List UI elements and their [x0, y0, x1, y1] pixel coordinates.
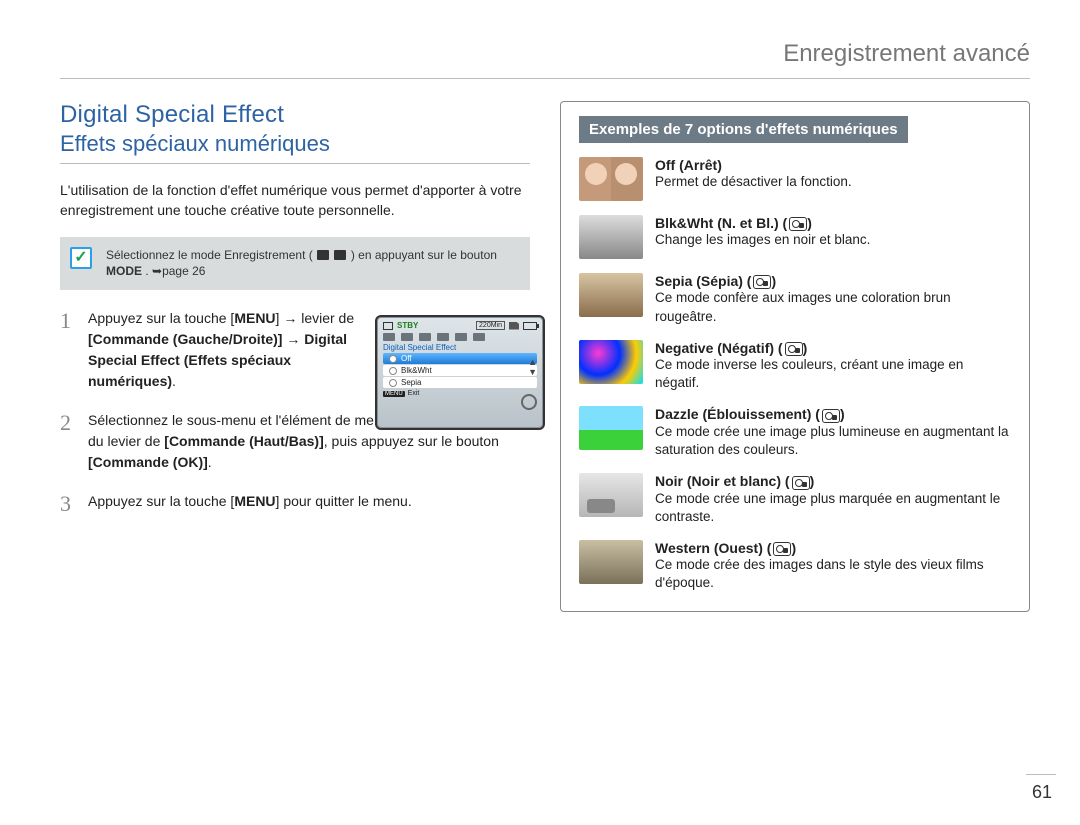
effect-picto-icon	[785, 342, 803, 356]
mode-label: MODE	[106, 264, 142, 278]
step1-text: Appuyez sur la touche [	[88, 310, 234, 326]
effect-desc: Ce mode crée une image plus marquée en a…	[655, 490, 1011, 526]
rec-icon	[383, 322, 393, 330]
exit-label: Exit	[408, 390, 420, 397]
thumb-off	[579, 157, 643, 201]
effect-negative: Negative (Négatif) () Ce mode inverse le…	[579, 340, 1011, 393]
effect-desc: Change les images en noir et blanc.	[655, 231, 870, 249]
effect-name: Western (Ouest) ()	[655, 540, 1011, 556]
arrow: →	[282, 331, 304, 347]
thumb-bw	[579, 215, 643, 259]
step-number: 1	[60, 308, 78, 334]
intro-text: L'utilisation de la fonction d'effet num…	[60, 180, 530, 221]
menu-key-label: MENU	[234, 310, 275, 326]
effects-panel: Exemples de 7 options d'effets numérique…	[560, 101, 1030, 612]
panel-title: Exemples de 7 options d'effets numérique…	[579, 116, 908, 143]
command-lr-label: [Commande (Gauche/Droite)]	[88, 331, 282, 347]
battery-icon	[523, 322, 537, 330]
command-ud-label: [Commande (Haut/Bas)]	[164, 433, 323, 449]
effect-picto-icon	[792, 476, 810, 490]
step3-text: Appuyez sur la touche [	[88, 493, 234, 509]
lcd-option-label: Sepia	[401, 378, 421, 387]
effect-noir: Noir (Noir et blanc) () Ce mode crée une…	[579, 473, 1011, 526]
effect-western: Western (Ouest) () Ce mode crée des imag…	[579, 540, 1011, 593]
effect-dazzle: Dazzle (Éblouissement) () Ce mode crée u…	[579, 406, 1011, 459]
step1-text2: ] → levier de	[276, 310, 355, 326]
step3-text2: ] pour quitter le menu.	[276, 493, 412, 509]
footer-divider	[1026, 774, 1056, 775]
effect-desc: Ce mode confère aux images une coloratio…	[655, 289, 1011, 325]
effect-picto-icon	[753, 275, 771, 289]
precheck-box: ✓ Sélectionnez le mode Enregistrement ( …	[60, 237, 530, 291]
lcd-option-label: Off	[401, 354, 412, 363]
effect-name: Noir (Noir et blanc) ()	[655, 473, 1011, 489]
effect-name: Blk&Wht (N. et Bl.) ()	[655, 215, 870, 231]
effect-name: Sepia (Sépia) ()	[655, 273, 1011, 289]
page-number: 61	[1032, 782, 1052, 803]
step2-end: .	[208, 454, 212, 470]
divider	[60, 78, 1030, 79]
effect-picto-icon	[789, 217, 807, 231]
sd-icon	[509, 322, 519, 330]
step2-mid: , puis appuyez sur le bouton	[324, 433, 499, 449]
lcd-option-bw: Blk&Wht	[383, 365, 537, 376]
time-remaining: 220Min	[476, 321, 505, 330]
lcd-ok-indicator	[521, 394, 537, 410]
step-number: 3	[60, 491, 78, 517]
lcd-icon-row	[383, 333, 537, 341]
effect-desc: Ce mode crée des images dans le style de…	[655, 556, 1011, 592]
effect-name: Off (Arrêt)	[655, 157, 852, 173]
effect-desc: Ce mode inverse les couleurs, créant une…	[655, 356, 1011, 392]
section-title-en: Digital Special Effect	[60, 101, 530, 129]
effect-desc: Ce mode crée une image plus lumineuse en…	[655, 423, 1011, 459]
thumb-noir	[579, 473, 643, 517]
effect-sepia: Sepia (Sépia) () Ce mode confère aux ima…	[579, 273, 1011, 326]
lcd-option-off: Off	[383, 353, 537, 364]
section-title-fr: Effets spéciaux numériques	[60, 131, 530, 164]
step-number: 2	[60, 410, 78, 436]
lcd-screenshot: STBY 220Min Digital Special Effect Off B…	[375, 315, 545, 430]
thumb-negative	[579, 340, 643, 384]
breadcrumb: Enregistrement avancé	[60, 40, 1030, 74]
effect-name: Negative (Négatif) ()	[655, 340, 1011, 356]
left-column: Digital Special Effect Effets spéciaux n…	[60, 101, 530, 612]
effect-desc: Permet de désactiver la fonction.	[655, 173, 852, 191]
precheck-after: ) en appuyant sur le bouton	[351, 248, 497, 262]
lcd-scroll-arrows: ▲▼	[528, 357, 537, 377]
thumb-sepia	[579, 273, 643, 317]
command-ok-label: [Commande (OK)]	[88, 454, 208, 470]
camcorder-icon	[317, 250, 329, 260]
camera-icon	[334, 250, 346, 260]
stby-label: STBY	[397, 321, 418, 330]
lcd-exit: MENUExit	[383, 390, 537, 397]
effect-picto-icon	[773, 542, 791, 556]
menu-key-icon: MENU	[383, 391, 405, 397]
thumb-dazzle	[579, 406, 643, 450]
effect-bw: Blk&Wht (N. et Bl.) () Change les images…	[579, 215, 1011, 259]
effect-name: Dazzle (Éblouissement) ()	[655, 406, 1011, 422]
step1-end: .	[172, 373, 176, 389]
thumb-western	[579, 540, 643, 584]
check-icon: ✓	[70, 247, 92, 269]
lcd-option-label: Blk&Wht	[401, 366, 432, 375]
effect-picto-icon	[822, 409, 840, 423]
menu-key-label: MENU	[234, 493, 275, 509]
precheck-pageref: . ➥page 26	[145, 264, 205, 278]
precheck-before: Sélectionnez le mode Enregistrement (	[106, 248, 313, 262]
effect-off: Off (Arrêt) Permet de désactiver la fonc…	[579, 157, 1011, 201]
step-3: 3 Appuyez sur la touche [MENU] pour quit…	[60, 491, 530, 517]
lcd-menu-title: Digital Special Effect	[383, 343, 537, 352]
lcd-option-sepia: Sepia	[383, 377, 537, 388]
